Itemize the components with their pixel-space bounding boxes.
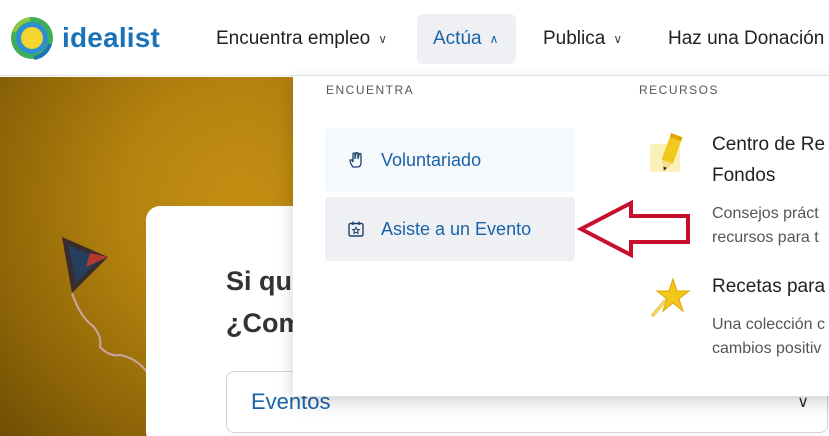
annotation-arrow-icon	[576, 199, 690, 259]
brand-logo[interactable]: idealist	[8, 14, 160, 62]
nav-label: Publica	[543, 28, 606, 49]
resource-desc-line-2: cambios positiv	[712, 340, 822, 357]
chevron-down-icon: ∨	[613, 32, 623, 46]
nav-haz-una-donacion[interactable]: Haz una Donación	[652, 14, 829, 64]
pencil-icon	[650, 133, 683, 172]
resource-desc-line-1: Consejos práct	[712, 205, 819, 222]
resource-desc-line-1: Una colección c	[712, 316, 825, 333]
chevron-down-icon: ∨	[378, 32, 388, 46]
nav-actua[interactable]: Actúa ∧	[417, 14, 516, 64]
top-header: idealist Encuentra empleo ∨ Actúa ∧ Publ…	[0, 0, 829, 76]
hand-icon	[349, 151, 362, 168]
menu-item-label: Voluntariado	[381, 149, 482, 170]
card-title-line-1: Si qu	[226, 266, 292, 296]
card-title: Si qu ¿Com	[226, 260, 303, 344]
chevron-up-icon: ∧	[489, 32, 499, 46]
section-heading-encuentra: ENCUENTRA	[326, 83, 415, 97]
menu-item-voluntariado[interactable]: Voluntariado	[325, 128, 575, 192]
star-icon	[651, 277, 691, 317]
actua-dropdown-menu: ENCUENTRA RECURSOS Voluntariado Asiste a…	[293, 76, 829, 396]
menu-item-asiste-a-un-evento[interactable]: Asiste a un Evento	[325, 197, 575, 261]
resource-desc-line-2: recursos para t	[712, 229, 819, 246]
card-title-line-2: ¿Com	[226, 308, 303, 338]
section-heading-recursos: RECURSOS	[639, 83, 720, 97]
nav-encuentra-empleo[interactable]: Encuentra empleo ∨	[200, 14, 403, 64]
resource-title-line-1: Recetas para	[712, 276, 826, 297]
resource-description: Una colección c cambios positiv	[712, 313, 825, 361]
nav-label: Encuentra empleo	[216, 28, 371, 49]
resource-title[interactable]: Centro de Re Fondos	[712, 129, 825, 191]
brand-name: idealist	[62, 22, 161, 53]
resource-title-line-2: Fondos	[712, 165, 776, 186]
resource-description: Consejos práct recursos para t	[712, 202, 819, 250]
resource-title-line-1: Centro de Re	[712, 134, 826, 155]
resource-title[interactable]: Recetas para	[712, 271, 825, 302]
nav-label: Haz una Donación	[668, 28, 825, 49]
calendar-star-icon	[348, 221, 364, 237]
nav-label: Actúa	[433, 28, 482, 49]
idealist-logo-icon	[11, 17, 53, 60]
nav-publica[interactable]: Publica ∨	[527, 14, 638, 64]
menu-item-label: Asiste a un Evento	[381, 218, 532, 239]
